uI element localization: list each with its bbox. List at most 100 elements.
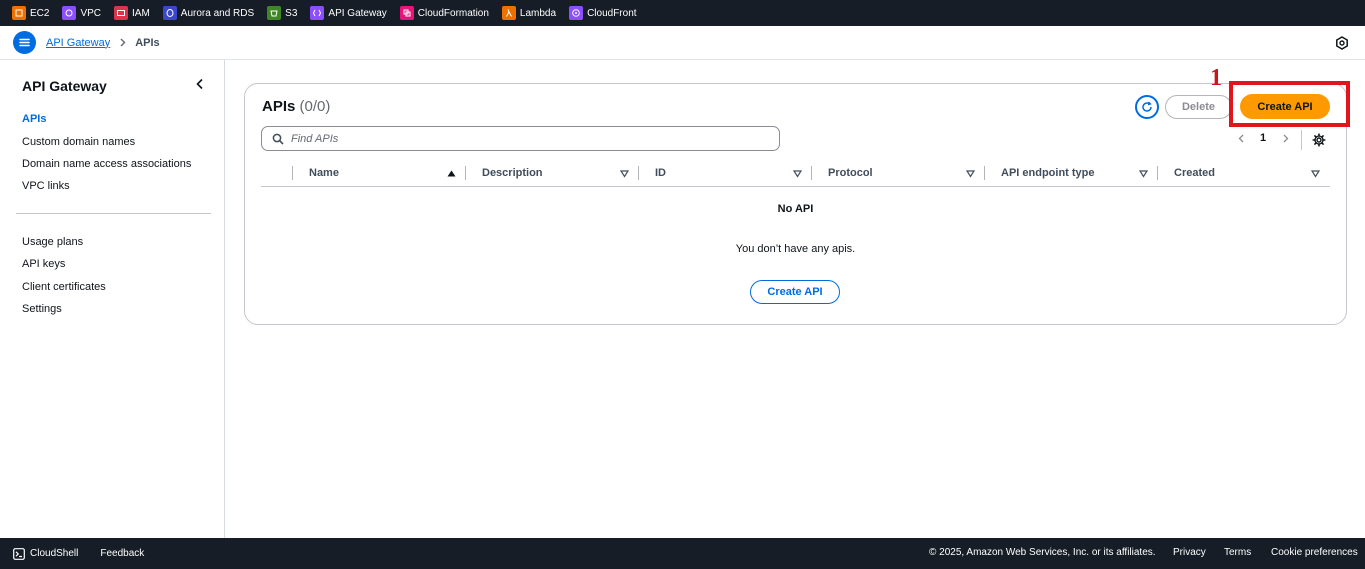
service-label: S3 xyxy=(285,7,298,19)
sidebar-title: API Gateway xyxy=(22,78,107,94)
column-header-id[interactable]: ID xyxy=(655,161,812,185)
hamburger-icon xyxy=(19,38,30,47)
sidebar-item-client-certificates[interactable]: Client certificates xyxy=(22,281,106,293)
page-number[interactable]: 1 xyxy=(1260,132,1266,144)
sort-icon xyxy=(793,170,802,178)
previous-page-button[interactable] xyxy=(1235,132,1247,144)
apis-table-container: APIs (0/0) Delete Create API 1 Name Desc… xyxy=(244,83,1347,325)
service-label: IAM xyxy=(132,7,150,19)
sidebar-item-vpc-links[interactable]: VPC links xyxy=(22,180,70,192)
service-label: CloudFront xyxy=(587,7,637,19)
sidebar-item-api-keys[interactable]: API keys xyxy=(22,258,65,270)
column-header-name[interactable]: Name xyxy=(309,161,466,185)
column-label: Description xyxy=(482,167,543,179)
breadcrumb-api-gateway[interactable]: API Gateway xyxy=(46,37,110,49)
column-label: API endpoint type xyxy=(1001,167,1095,179)
column-header-created[interactable]: Created xyxy=(1174,161,1330,185)
column-separator xyxy=(984,166,985,180)
column-label: Protocol xyxy=(828,167,873,179)
service-label: API Gateway xyxy=(328,7,387,19)
privacy-link[interactable]: Privacy xyxy=(1173,547,1206,558)
column-separator xyxy=(811,166,812,180)
cloudformation-icon xyxy=(399,6,414,20)
service-api-gateway[interactable]: API Gateway xyxy=(310,6,387,20)
chevron-right-icon xyxy=(118,38,127,47)
sort-ascending-icon xyxy=(447,170,456,177)
sidebar-item-usage-plans[interactable]: Usage plans xyxy=(22,236,83,248)
cloudshell-label: CloudShell xyxy=(30,548,79,559)
terms-link[interactable]: Terms xyxy=(1224,547,1251,558)
service-cloudfront[interactable]: CloudFront xyxy=(569,6,637,20)
pagination-divider xyxy=(1301,130,1302,150)
table-header: Name Description ID Protocol API endpoin… xyxy=(261,161,1330,187)
service-label: CloudFormation xyxy=(417,7,489,19)
gear-icon[interactable] xyxy=(1312,133,1326,147)
sidebar-item-domain-name-access-associations[interactable]: Domain name access associations xyxy=(22,158,191,170)
service-label: Aurora and RDS xyxy=(180,7,255,19)
menu-toggle-button[interactable] xyxy=(13,31,36,54)
service-lambda[interactable]: Lambda xyxy=(501,6,557,20)
search-input[interactable] xyxy=(291,132,771,145)
api-gateway-icon xyxy=(310,6,325,20)
column-label: Name xyxy=(309,167,339,179)
column-separator xyxy=(465,166,466,180)
s3-icon xyxy=(267,6,282,20)
column-header-protocol[interactable]: Protocol xyxy=(828,161,985,185)
column-header-endpoint-type[interactable]: API endpoint type xyxy=(1001,161,1158,185)
column-label: Created xyxy=(1174,167,1215,179)
pagination: 1 xyxy=(1235,132,1291,144)
console-footer: CloudShell Feedback © 2025, Amazon Web S… xyxy=(0,538,1365,569)
refresh-icon xyxy=(1142,101,1152,112)
empty-state-description: You don’t have any apis. xyxy=(735,243,856,255)
cloudfront-icon xyxy=(569,6,584,20)
terminal-icon xyxy=(13,547,25,560)
ec2-icon xyxy=(12,6,26,20)
sort-icon xyxy=(620,170,629,178)
page-title: APIs (0/0) xyxy=(262,98,330,115)
search-icon xyxy=(272,133,284,145)
sidebar-item-settings[interactable]: Settings xyxy=(22,303,62,315)
next-page-button[interactable] xyxy=(1279,132,1291,144)
column-label: ID xyxy=(655,167,666,179)
service-ec2[interactable]: EC2 xyxy=(12,6,49,20)
apis-count: (0/0) xyxy=(299,98,331,115)
apis-heading: APIs xyxy=(262,98,296,115)
service-vpc[interactable]: VPC xyxy=(62,6,101,20)
service-rds[interactable]: Aurora and RDS xyxy=(162,6,255,20)
lambda-icon xyxy=(501,6,516,20)
cookie-preferences-link[interactable]: Cookie preferences xyxy=(1271,547,1358,558)
service-label: EC2 xyxy=(30,7,50,19)
chevron-left-icon xyxy=(1238,134,1243,142)
delete-button[interactable]: Delete xyxy=(1165,95,1232,119)
sidebar-item-custom-domain-names[interactable]: Custom domain names xyxy=(22,136,135,148)
breadcrumb-current: APIs xyxy=(135,36,160,49)
chevron-right-icon xyxy=(1283,134,1289,142)
iam-icon xyxy=(114,6,129,20)
sort-icon xyxy=(966,170,975,178)
copyright-text: © 2025, Amazon Web Services, Inc. or its… xyxy=(929,547,1156,558)
feedback-link[interactable]: Feedback xyxy=(100,548,144,559)
refresh-button[interactable] xyxy=(1135,95,1159,119)
empty-state-title: No API xyxy=(777,203,814,215)
service-label: Lambda xyxy=(519,7,557,19)
sidebar-item-apis[interactable]: APIs xyxy=(22,113,46,125)
empty-state-create-api-button[interactable]: Create API xyxy=(750,280,840,304)
cloudshell-button[interactable]: CloudShell xyxy=(13,547,79,560)
chevron-left-icon[interactable] xyxy=(194,78,206,90)
column-separator xyxy=(1157,166,1158,180)
column-separator xyxy=(292,166,293,180)
rds-icon xyxy=(162,6,177,20)
hexagon-settings-icon[interactable] xyxy=(1335,36,1349,50)
sort-icon xyxy=(1311,170,1320,178)
sidebar-divider xyxy=(16,213,211,214)
service-favorites-bar: EC2 VPC IAM Aurora and RDS S3 API Gatewa… xyxy=(0,0,1365,26)
column-separator xyxy=(638,166,639,180)
search-field[interactable] xyxy=(261,126,780,151)
column-header-description[interactable]: Description xyxy=(482,161,639,185)
service-s3[interactable]: S3 xyxy=(267,6,297,20)
highlight-annotation-box xyxy=(1229,81,1350,127)
vpc-icon xyxy=(62,6,77,20)
service-iam[interactable]: IAM xyxy=(114,6,150,20)
service-cloudformation[interactable]: CloudFormation xyxy=(399,6,489,20)
service-label: VPC xyxy=(80,7,102,19)
